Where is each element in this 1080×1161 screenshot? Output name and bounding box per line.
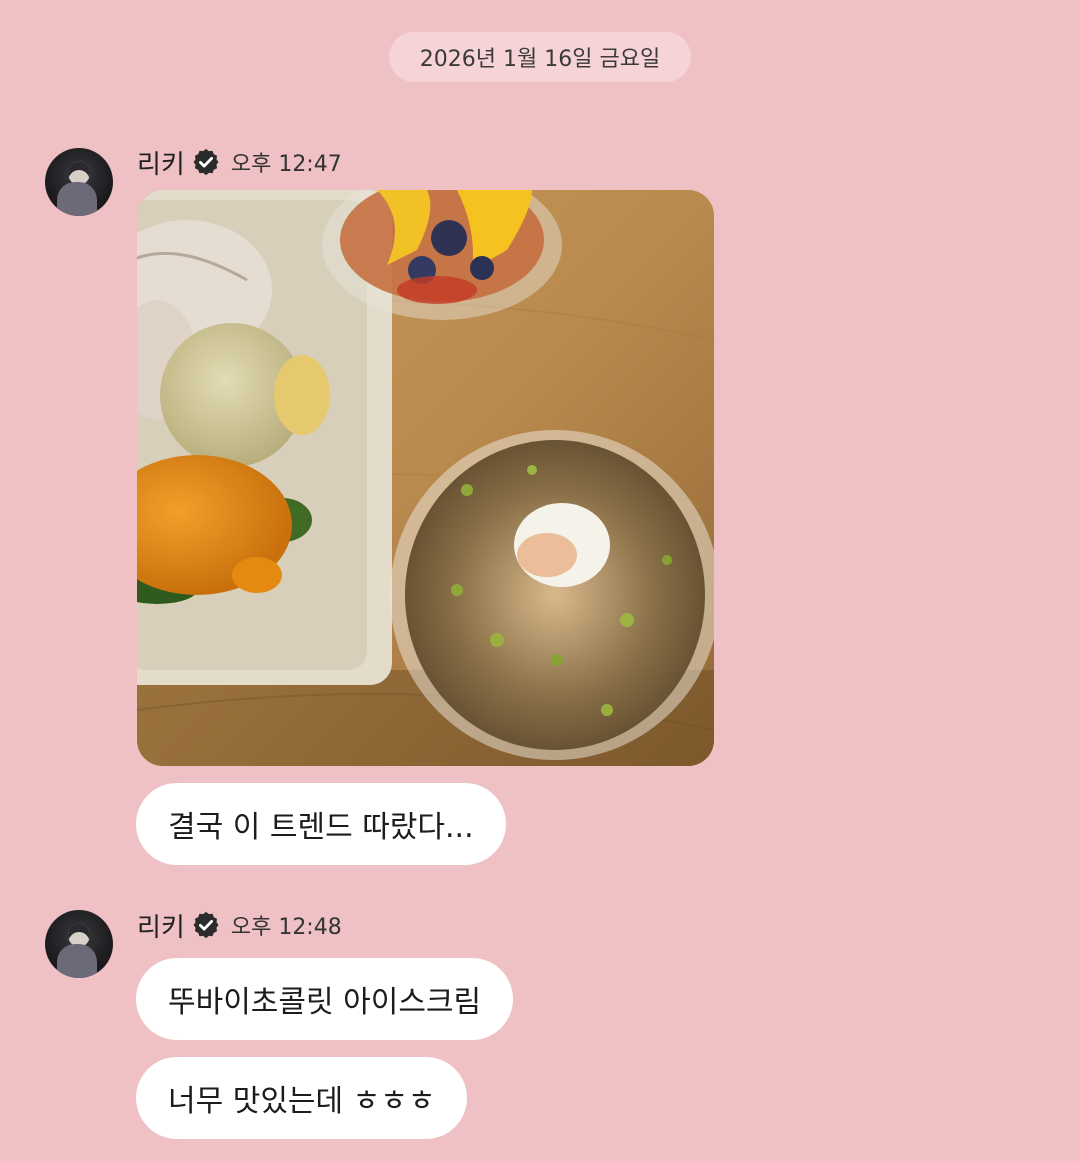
verified-badge-icon (193, 911, 219, 939)
message-header: 리키 오후 12:47 (137, 142, 342, 182)
avatar[interactable] (45, 148, 113, 216)
message-time: 오후 12:48 (230, 915, 342, 940)
verified-badge-icon (193, 148, 219, 176)
message-bubble[interactable]: 뚜바이초콜릿 아이스크림 (136, 958, 514, 1040)
message-bubble[interactable]: 너무 맛있는데 ㅎㅎㅎ (136, 1057, 468, 1139)
food-photo-image (137, 190, 714, 766)
sender-name: 리키 (137, 912, 185, 943)
date-divider: 2026년 1월 16일 금요일 (389, 32, 691, 82)
message-bubble[interactable]: 결국 이 트렌드 따랐다... (136, 783, 506, 865)
message-header: 리키 오후 12:48 (137, 905, 342, 945)
sender-name: 리키 (137, 149, 185, 180)
avatar[interactable] (45, 910, 113, 978)
food-photo[interactable] (137, 190, 714, 766)
message-time: 오후 12:47 (230, 152, 342, 177)
